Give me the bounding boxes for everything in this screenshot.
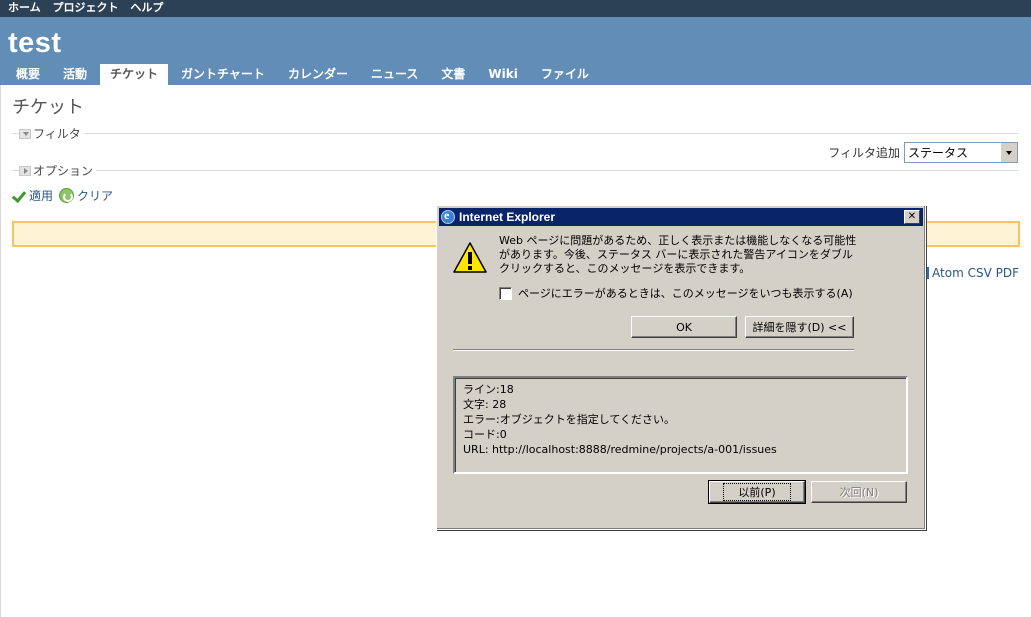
dialog-titlebar[interactable]: Internet Explorer ✕ [439,208,923,226]
always-show-option[interactable]: ページにエラーがあるときは、このメッセージをいつも表示する(A) [499,285,853,301]
page-title: チケット [12,97,84,118]
tab-documents[interactable]: 文書 [431,64,475,85]
expand-arrow-icon [19,165,31,176]
options-legend-label: オプション [33,164,94,178]
top-menu-home[interactable]: ホーム [8,1,41,14]
error-text: エラー:オブジェクトを指定してください。 [463,413,676,426]
tab-files[interactable]: ファイル [531,64,599,85]
query-actions: 適用 クリア [12,187,119,204]
tab-news[interactable]: ニュース [361,64,428,85]
main-menu: 概要 活動 チケット ガントチャート カレンダー ニュース 文書 Wiki ファ… [6,64,602,85]
tab-wiki[interactable]: Wiki [478,64,527,85]
error-message: Web ページに問題があるため、正しく表示または機能しなくなる可能性があります。… [499,234,857,275]
close-button[interactable]: ✕ [904,210,920,224]
add-filter-value: ステータス [908,146,969,160]
tab-calendar[interactable]: カレンダー [278,64,358,85]
next-button: 次回(N) [811,481,907,503]
dialog-divider [453,349,854,351]
checkmark-icon [12,189,26,203]
reload-icon [59,188,75,203]
filter-legend[interactable]: フィルタ [19,125,84,142]
tab-issues[interactable]: チケット [100,64,169,85]
tab-activity[interactable]: 活動 [53,64,97,85]
top-menu-help[interactable]: ヘルプ [130,1,163,14]
add-filter: フィルタ追加 ステータス [828,142,1018,163]
error-url: URL: http://localhost:8888/redmine/proje… [463,443,777,456]
project-header: test 概要 活動 チケット ガントチャート カレンダー ニュース 文書 Wi… [0,17,1031,85]
always-show-checkbox[interactable] [499,286,512,300]
previous-button[interactable]: 以前(P) [708,480,806,504]
collapse-arrow-icon [19,128,31,139]
top-menu-projects[interactable]: プロジェクト [53,1,119,14]
error-details: ライン:18 文字: 28 エラー:オブジェクトを指定してください。 コード:0… [453,376,908,474]
tab-overview[interactable]: 概要 [6,64,50,85]
error-dialog: Internet Explorer ✕ Web ページに問題があるため、正しく表… [436,205,926,530]
chevron-down-icon[interactable] [1000,143,1017,162]
error-char: 文字: 28 [463,398,507,411]
export-formats-links[interactable]: Atom CSV PDF [932,266,1019,280]
dialog-title: Internet Explorer [459,210,556,224]
options-legend[interactable]: オプション [19,162,97,179]
internet-explorer-icon [441,208,455,224]
project-title: test [8,27,62,59]
always-show-label: ページにエラーがあるときは、このメッセージをいつも表示する(A) [518,287,853,300]
filter-divider [12,133,1019,134]
options-divider [12,170,1019,171]
error-code: コード:0 [463,428,507,441]
ok-button[interactable]: OK [631,316,737,338]
apply-link[interactable]: 適用 [29,187,53,204]
warning-icon [453,242,487,273]
top-menu: ホーム プロジェクト ヘルプ [0,0,1031,17]
hide-details-button[interactable]: 詳細を隠す(D) << [745,316,854,338]
previous-button-label: 以前(P) [723,483,791,501]
other-formats: Atom CSV PDF [921,266,1019,280]
add-filter-select[interactable]: ステータス [904,142,1018,163]
clear-link[interactable]: クリア [77,187,113,204]
error-line: ライン:18 [463,383,514,396]
add-filter-label: フィルタ追加 [828,146,900,160]
tab-gantt[interactable]: ガントチャート [171,64,275,85]
filter-legend-label: フィルタ [33,127,81,141]
